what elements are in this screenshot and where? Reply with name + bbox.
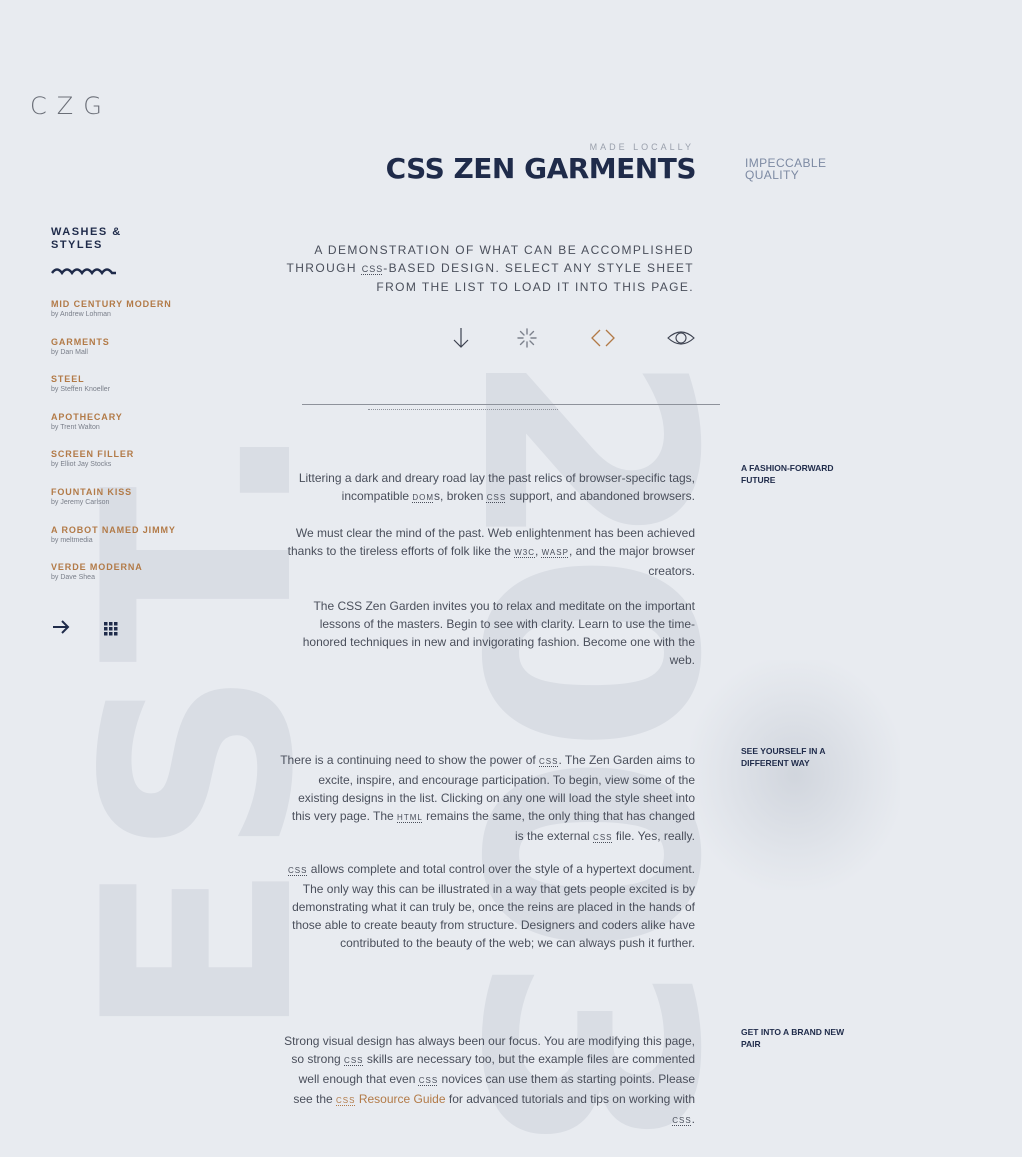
text: , and the major browser creators.: [568, 544, 695, 578]
text: support, and abandoned browsers.: [506, 489, 695, 503]
style-name-link[interactable]: MID CENTURY MODERN: [51, 298, 211, 310]
paragraph-what-about-css: There is a continuing need to show the p…: [280, 751, 695, 847]
style-author[interactable]: by Steffen Knoeller: [51, 385, 211, 395]
sidebar-heading: WASHES & STYLES: [51, 226, 122, 252]
all-designs-grid-icon[interactable]: [104, 622, 118, 641]
section-label: A FASHION-FORWARD FUTURE: [741, 463, 834, 485]
code-brackets-icon[interactable]: [590, 326, 616, 355]
paragraph-road-to-enlightenment-1: Littering a dark and dreary road lay the…: [280, 469, 695, 507]
style-name-link[interactable]: STEEL: [51, 373, 211, 385]
eye-icon[interactable]: [666, 326, 696, 355]
style-list-item[interactable]: STEEL by Steffen Knoeller: [51, 373, 211, 395]
css-resource-guide-link[interactable]: CSS Resource Guide: [336, 1092, 446, 1106]
section-divider: [302, 404, 720, 405]
abbr-css: CSS: [361, 264, 384, 274]
style-name-link[interactable]: APOTHECARY: [51, 411, 211, 423]
style-list-item[interactable]: VERDE MODERNA by Dave Shea: [51, 561, 211, 583]
text: file. Yes, really.: [612, 829, 695, 843]
abbr-w3c: W3C: [514, 548, 535, 557]
abbr-css: CSS: [344, 1056, 364, 1065]
icon-row: [450, 326, 700, 352]
style-author[interactable]: by Elliot Jay Stocks: [51, 460, 211, 470]
text: s, broken: [434, 489, 487, 503]
wave-divider-icon: [51, 263, 117, 281]
abbr-css: CSS: [539, 757, 559, 766]
style-list-item[interactable]: MID CENTURY MODERN by Andrew Lohman: [51, 298, 211, 320]
style-author[interactable]: by Jeremy Carlson: [51, 498, 211, 508]
quality-line-2: QUALITY: [745, 168, 800, 182]
style-author[interactable]: by Dave Shea: [51, 573, 211, 583]
style-author[interactable]: by meltmedia: [51, 536, 211, 546]
arrow-down-icon[interactable]: [452, 326, 470, 355]
sidebar-heading-line-1: WASHES &: [51, 226, 122, 238]
style-list-item[interactable]: GARMENTS by Dan Mall: [51, 336, 211, 358]
style-name-link[interactable]: GARMENTS: [51, 336, 211, 348]
style-author[interactable]: by Andrew Lohman: [51, 310, 211, 320]
text: .: [691, 1112, 695, 1126]
text: There is a continuing need to show the p…: [280, 753, 540, 767]
next-designs-arrow-icon[interactable]: [52, 619, 70, 640]
style-name-link[interactable]: VERDE MODERNA: [51, 561, 211, 573]
made-locally-tagline: MADE LOCALLY: [589, 142, 694, 152]
style-author[interactable]: by Dan Mall: [51, 348, 211, 358]
style-name-link[interactable]: SCREEN FILLER: [51, 448, 211, 460]
abbr-css: CSS: [336, 1096, 356, 1105]
page-title: CSS ZEN GARMENTS: [385, 152, 697, 185]
text: for advanced tutorials and tips on worki…: [445, 1092, 695, 1106]
text: allows complete and total control over t…: [292, 862, 695, 950]
style-name-link[interactable]: A ROBOT NAMED JIMMY: [51, 524, 211, 536]
link-text[interactable]: Resource Guide: [355, 1092, 446, 1106]
style-list-item[interactable]: APOTHECARY by Trent Walton: [51, 411, 211, 433]
abbr-wasp: WASP: [541, 548, 569, 557]
abbr-css: CSS: [288, 866, 308, 875]
abbr-css: CSS: [418, 1076, 439, 1085]
style-name-link[interactable]: FOUNTAIN KISS: [51, 486, 211, 498]
abbr-html: HTML: [397, 813, 423, 822]
site-logo[interactable]: CZG: [30, 92, 112, 120]
abbr-css: CSS: [672, 1116, 692, 1125]
abbr-css: CSS: [486, 493, 507, 502]
intro-text-2: -BASED DESIGN. SELECT ANY STYLE SHEET FR…: [376, 261, 694, 294]
style-list-item[interactable]: SCREEN FILLER by Elliot Jay Stocks: [51, 448, 211, 470]
section-label: GET INTO A BRAND NEW PAIR: [741, 1027, 845, 1049]
abbr-css: CSS: [593, 833, 613, 842]
section-label: SEE YOURSELF IN A DIFFERENT WAY: [741, 746, 826, 768]
style-author[interactable]: by Trent Walton: [51, 423, 211, 433]
quality-tagline: IMPECCABLE QUALITY: [745, 157, 826, 181]
sidebar-heading-line-2: STYLES: [51, 239, 103, 251]
paragraph-css-control: CSS allows complete and total control ov…: [280, 860, 695, 952]
style-list-item[interactable]: A ROBOT NAMED JIMMY by meltmedia: [51, 524, 211, 546]
paragraph-visual-design: Strong visual design has always been our…: [280, 1032, 695, 1130]
section-divider-dotted: [368, 409, 558, 410]
paragraph-road-to-enlightenment-2: We must clear the mind of the past. Web …: [280, 524, 695, 580]
loading-spinner-icon[interactable]: [516, 326, 538, 355]
text: ,: [535, 544, 542, 558]
intro-summary: A DEMONSTRATION OF WHAT CAN BE ACCOMPLIS…: [280, 241, 694, 296]
style-list-item[interactable]: FOUNTAIN KISS by Jeremy Carlson: [51, 486, 211, 508]
background-texture: [690, 660, 900, 890]
paragraph-road-to-enlightenment-3: The CSS Zen Garden invites you to relax …: [302, 599, 695, 667]
abbr-dom: DOM: [412, 493, 435, 502]
